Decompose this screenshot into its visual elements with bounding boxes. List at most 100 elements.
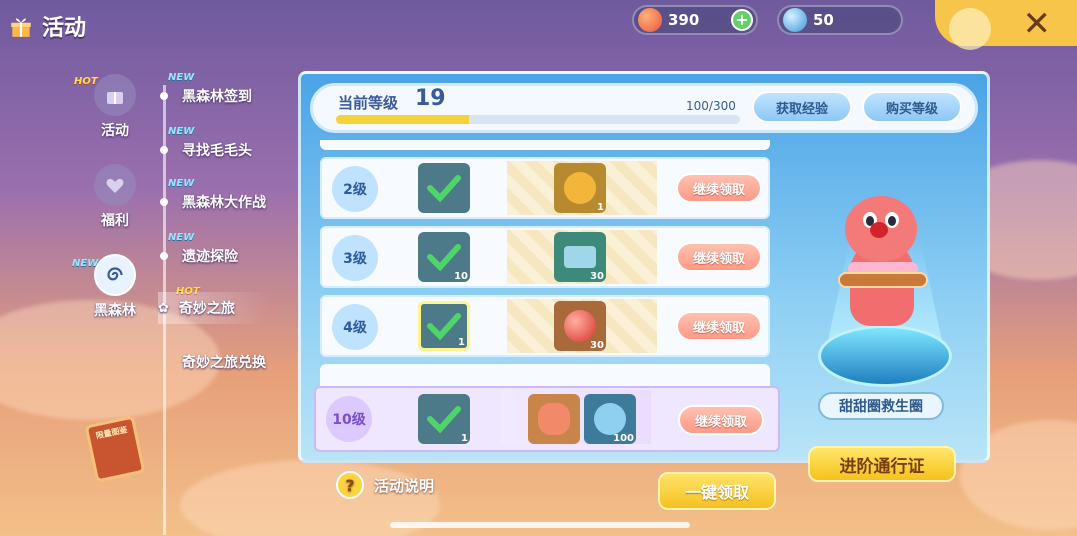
reward-qty: 30 [590, 271, 604, 282]
coin-icon [638, 8, 662, 32]
row-partial [320, 140, 770, 150]
heart-chat-icon [94, 164, 136, 206]
claim-button[interactable]: 继续领取 [678, 405, 764, 435]
coin-counter: 390 + [632, 5, 758, 35]
gift-icon [11, 18, 31, 37]
new-badge: NEW [168, 178, 195, 189]
claim-button[interactable]: 继续领取 [676, 311, 762, 341]
help-link[interactable]: ? 活动说明 [336, 471, 434, 499]
nav-label: 活动 [101, 123, 129, 139]
new-badge: NEW [72, 258, 99, 269]
get-exp-button[interactable]: 获取经验 [752, 91, 852, 123]
checkmark-icon [427, 313, 461, 341]
checkmark-icon [427, 175, 461, 203]
tray [838, 272, 928, 288]
xp-progress-bar [336, 115, 740, 124]
premium-reward-slot[interactable] [528, 394, 580, 444]
buy-level-button[interactable]: 购买等级 [862, 91, 962, 123]
nav-label: 福利 [101, 213, 129, 229]
premium-reward-slot[interactable]: 100 [584, 394, 636, 444]
hot-badge: HOT [74, 76, 98, 87]
nav-black-forest[interactable]: NEW 黑森林 [72, 254, 150, 320]
new-badge: NEW [168, 126, 195, 137]
level-badge: 2级 [332, 166, 378, 212]
gem-counter: 50 [777, 5, 903, 35]
nav-dot [160, 92, 168, 100]
sub-nav-label: 寻找毛毛头 [182, 143, 252, 159]
level-badge: 4级 [332, 304, 378, 350]
book-label: 限量图鉴 [94, 425, 129, 441]
sub-nav-label: 奇妙之旅 [178, 301, 235, 317]
level-label: 当前等级 [338, 94, 399, 112]
checkmark-icon [427, 406, 461, 434]
sub-nav-exchange[interactable]: 奇妙之旅兑换 [158, 352, 266, 372]
blue-coin-icon [594, 403, 626, 435]
premium-reward-slot[interactable]: 30 [554, 232, 606, 282]
reward-row-highlighted: 10级 1 100 继续领取 [314, 386, 780, 452]
coin-amount: 390 [668, 11, 700, 29]
add-coins-button[interactable]: + [731, 9, 753, 31]
star-coin-icon [564, 172, 596, 204]
reward-qty: 10 [454, 271, 468, 282]
nav-dot [160, 358, 168, 366]
reward-row: 4级 1 30 继续领取 [320, 295, 770, 357]
free-reward-slot[interactable] [418, 163, 470, 213]
sub-nav-label: 黑森林签到 [182, 89, 252, 105]
red-ball-icon [564, 310, 596, 342]
gem-icon [783, 8, 807, 32]
free-reward-slot[interactable]: 1 [418, 394, 470, 444]
sub-nav-label: 遗迹探险 [182, 249, 238, 265]
sun-icon [949, 8, 991, 50]
spiral-icon [94, 254, 136, 296]
nav-welfare[interactable]: 福利 [80, 164, 150, 230]
reward-qty: 1 [461, 433, 468, 444]
nav-activity[interactable]: HOT 活动 [74, 74, 150, 140]
new-badge: NEW [168, 72, 195, 83]
gift-box-icon [94, 74, 136, 116]
reward-qty: 1 [458, 337, 465, 348]
title-bar: 活动 [8, 10, 86, 42]
claim-all-button[interactable]: 一键领取 [658, 472, 776, 510]
xp-progress-fill [336, 115, 470, 124]
gem-amount: 50 [813, 11, 834, 29]
paw-icon: ✿ [158, 300, 169, 316]
home-indicator [390, 522, 690, 528]
checkmark-icon [427, 244, 461, 272]
reward-row: 3级 10 30 继续领取 [320, 226, 770, 288]
help-label: 活动说明 [374, 476, 435, 495]
nav-dot [160, 146, 168, 154]
level-badge: 3级 [332, 235, 378, 281]
advanced-pass-button[interactable]: 进阶通行证 [808, 446, 956, 482]
nav-label: 黑森林 [94, 303, 136, 319]
level-number: 19 [415, 86, 446, 111]
sub-nav-battle[interactable]: 黑森林大作战 [158, 192, 266, 212]
free-reward-slot[interactable]: 10 [418, 232, 470, 282]
sub-nav-wonder-journey[interactable]: ✿ 奇妙之旅 [158, 292, 268, 324]
sub-nav-label: 黑森林大作战 [182, 195, 266, 211]
question-icon: ? [336, 471, 364, 499]
claim-button[interactable]: 继续领取 [676, 173, 762, 203]
sub-nav-find-maomao[interactable]: 寻找毛毛头 [158, 140, 252, 160]
collection-book[interactable]: 限量图鉴 [84, 415, 146, 483]
sub-nav-checkin[interactable]: 黑森林签到 [158, 86, 252, 106]
reward-qty: 1 [597, 202, 604, 213]
nav-dot [160, 252, 168, 260]
free-reward-slot[interactable]: 1 [418, 301, 470, 351]
reward-name: 甜甜圈救生圈 [818, 392, 944, 420]
sub-nav-label: 奇妙之旅兑换 [182, 355, 266, 371]
row-partial [320, 364, 770, 388]
page-title: 活动 [42, 16, 87, 41]
premium-reward-slot[interactable]: 1 [554, 163, 606, 213]
reward-qty: 30 [590, 340, 604, 351]
sub-nav-ruins[interactable]: 遗迹探险 [158, 246, 238, 266]
reward-row: 2级 1 继续领取 [320, 157, 770, 219]
close-icon[interactable]: ✕ [1023, 4, 1052, 44]
xp-text: 100/300 [686, 99, 736, 113]
pony-icon [538, 403, 570, 435]
ticket-icon [564, 246, 596, 268]
level-badge: 10级 [326, 396, 372, 442]
reward-qty: 100 [613, 433, 634, 444]
pedestal [818, 325, 952, 387]
claim-button[interactable]: 继续领取 [676, 242, 762, 272]
premium-reward-slot[interactable]: 30 [554, 301, 606, 351]
